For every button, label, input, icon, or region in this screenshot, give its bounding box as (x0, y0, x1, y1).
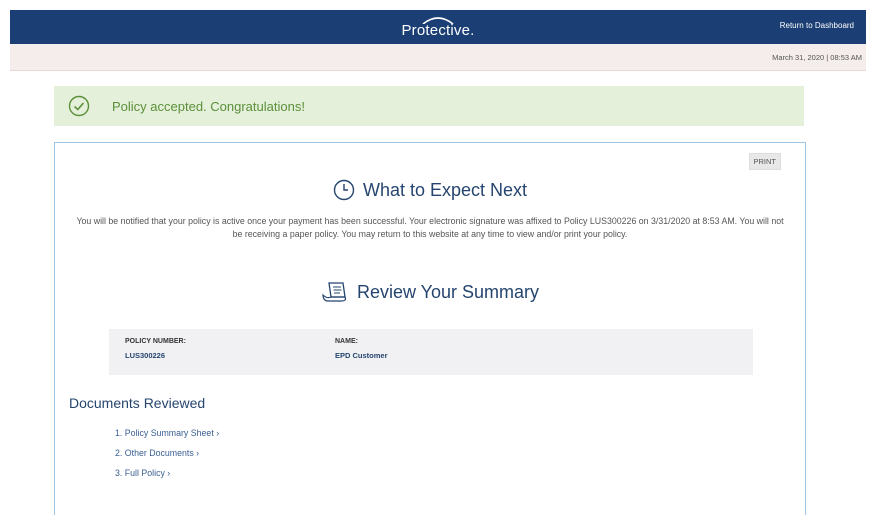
name-field: NAME: EPD Customer (335, 338, 388, 360)
documents-list: 1. Policy Summary Sheet › 2. Other Docum… (115, 423, 219, 483)
review-summary-title: Review Your Summary (356, 281, 540, 302)
document-link-other-documents[interactable]: 2. Other Documents › (115, 443, 219, 463)
document-link-policy-summary[interactable]: 1. Policy Summary Sheet › (115, 423, 219, 443)
name-label: NAME: (335, 338, 358, 345)
policy-number-value: LUS300226 (125, 351, 166, 360)
document-link-full-policy[interactable]: 3. Full Policy › (115, 463, 219, 483)
document-review-icon (322, 282, 347, 302)
date-bar: March 31, 2020 | 08:53 AM (10, 44, 866, 71)
protective-logo: Protective. (10, 10, 866, 44)
policy-number-field: POLICY NUMBER: LUS300226 (125, 338, 186, 360)
alert-message: Policy accepted. Congratulations! (112, 98, 305, 114)
confirmation-card: PRINT What to Expect Next You will be no… (54, 142, 806, 515)
what-to-expect-heading: What to Expect Next (55, 179, 805, 201)
name-value: EPD Customer (335, 351, 388, 360)
clock-icon (333, 179, 355, 201)
documents-reviewed-heading: Documents Reviewed (69, 395, 206, 411)
check-circle-icon (68, 95, 90, 117)
success-alert: Policy accepted. Congratulations! (54, 86, 804, 126)
what-to-expect-title: What to Expect Next (362, 179, 528, 200)
return-to-dashboard-link[interactable]: Return to Dashboard (780, 21, 854, 30)
expect-description: You will be notified that your policy is… (76, 216, 784, 239)
current-datetime: March 31, 2020 | 08:53 AM (772, 53, 862, 62)
policy-summary-box: POLICY NUMBER: LUS300226 NAME: EPD Custo… (109, 329, 753, 375)
top-header: Protective. Return to Dashboard (10, 10, 866, 44)
policy-number-label: POLICY NUMBER: (125, 338, 186, 345)
logo-text: Protective. (401, 22, 475, 39)
print-button[interactable]: PRINT (748, 153, 781, 170)
review-summary-heading: Review Your Summary (55, 281, 805, 303)
